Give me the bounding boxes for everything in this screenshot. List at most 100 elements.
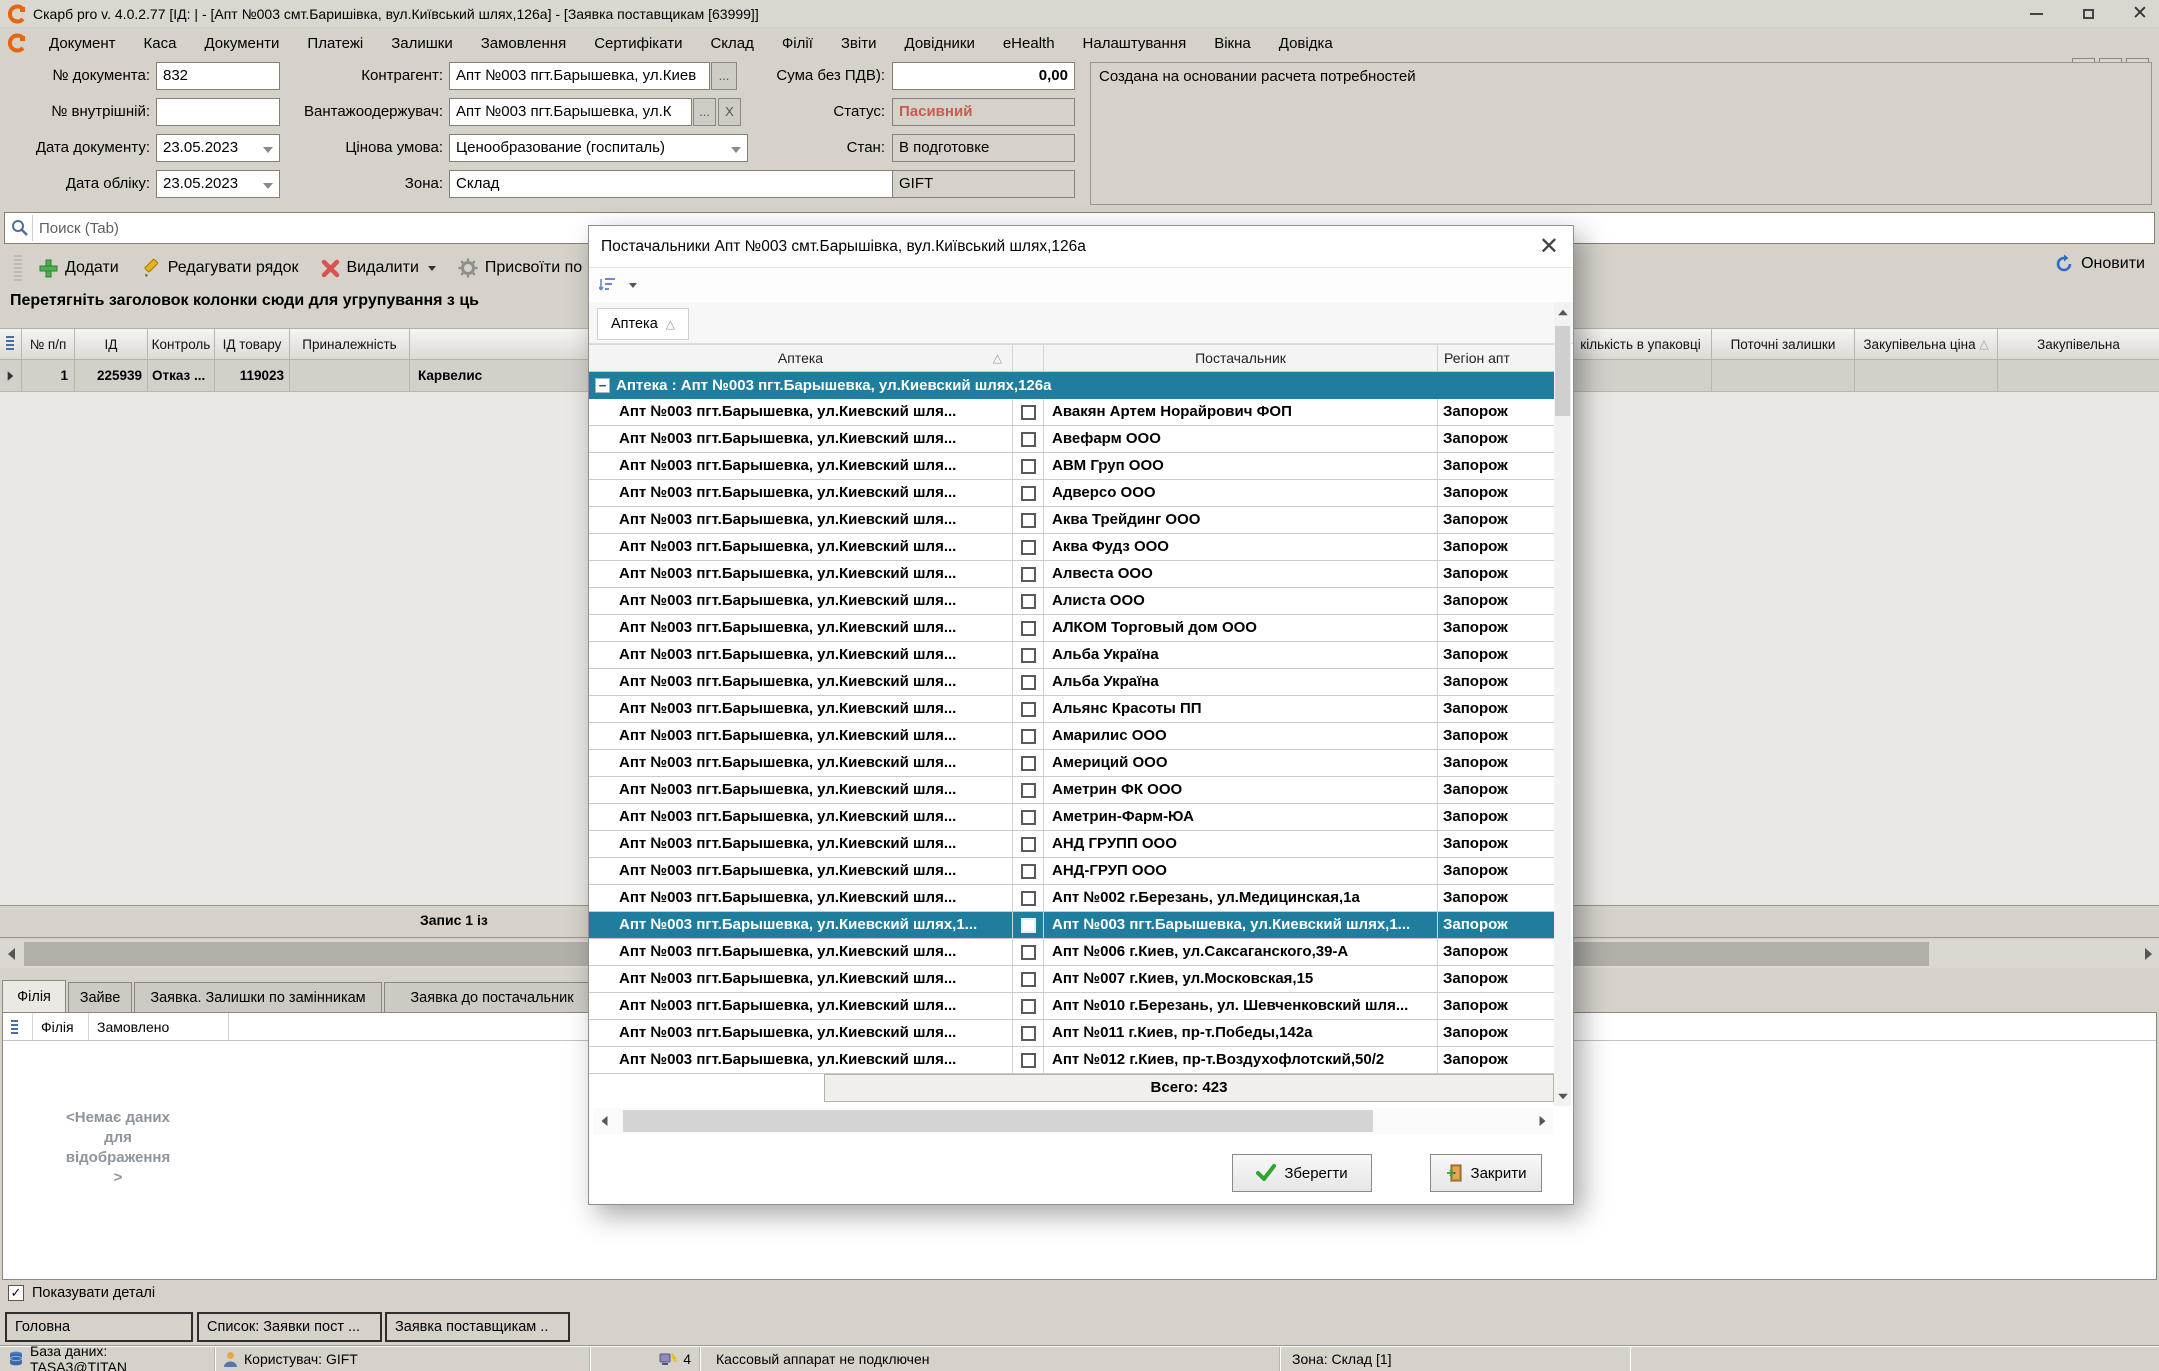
menu-item[interactable]: Довідники	[891, 31, 989, 56]
supplier-checkbox[interactable]	[1013, 939, 1044, 965]
checkbox-unchecked-icon[interactable]	[1021, 594, 1036, 609]
supplier-checkbox[interactable]	[1013, 966, 1044, 992]
consignee-clear-button[interactable]: X	[718, 98, 741, 126]
show-details-toggle[interactable]: ✓ Показувати деталі	[8, 1285, 155, 1301]
checkbox-unchecked-icon[interactable]	[1021, 513, 1036, 528]
contragent-more-button[interactable]: ...	[711, 62, 737, 90]
scrollbar-thumb[interactable]	[1555, 326, 1570, 416]
add-button[interactable]: Додати	[38, 258, 119, 278]
group-row[interactable]: − Аптека : Апт №003 пгт.Барышевка, ул.Ки…	[589, 372, 1557, 399]
chevron-down-icon[interactable]	[263, 147, 273, 153]
selector-column-header[interactable]	[0, 329, 22, 359]
dialog-column-region[interactable]: Регіон апт	[1438, 345, 1557, 371]
column-header-id[interactable]: ІД	[75, 329, 148, 359]
sort-settings-icon[interactable]	[599, 275, 619, 295]
checkbox-checked-icon[interactable]: ✓	[8, 1285, 24, 1301]
checkbox-unchecked-icon[interactable]	[1021, 729, 1036, 744]
checkbox-unchecked-icon[interactable]	[1021, 675, 1036, 690]
checkbox-unchecked-icon[interactable]	[1021, 459, 1036, 474]
supplier-row[interactable]: Апт №003 пгт.Барышевка, ул.Киевский шля.…	[589, 1020, 1557, 1047]
delete-button[interactable]: Видалити	[321, 259, 436, 278]
supplier-row[interactable]: Апт №003 пгт.Барышевка, ул.Киевский шля.…	[589, 480, 1557, 507]
assign-button[interactable]: Присвоїти по	[458, 258, 582, 278]
consignee-more-button[interactable]: ...	[693, 98, 716, 126]
checkbox-unchecked-icon[interactable]	[1021, 918, 1036, 933]
chevron-down-icon[interactable]	[731, 147, 741, 153]
contragent-field[interactable]: Апт №003 пгт.Барышевка, ул.Киев	[449, 62, 710, 90]
checkbox-unchecked-icon[interactable]	[1021, 891, 1036, 906]
scroll-left-icon[interactable]	[593, 1108, 615, 1134]
checkbox-unchecked-icon[interactable]	[1021, 756, 1036, 771]
consignee-field[interactable]: Апт №003 пгт.Барышевка, ул.К	[449, 98, 692, 126]
column-header-product-id[interactable]: ІД товару	[215, 329, 290, 359]
supplier-row[interactable]: Апт №003 пгт.Барышевка, ул.Киевский шля.…	[589, 669, 1557, 696]
supplier-checkbox[interactable]	[1013, 885, 1044, 911]
supplier-row[interactable]: Апт №003 пгт.Барышевка, ул.Киевский шля.…	[589, 777, 1557, 804]
window-tab-list[interactable]: Список: Заявки пост ...	[197, 1312, 382, 1342]
supplier-row[interactable]: Апт №003 пгт.Барышевка, ул.Киевский шля.…	[589, 993, 1557, 1020]
supplier-row[interactable]: Апт №003 пгт.Барышевка, ул.Киевский шля.…	[589, 642, 1557, 669]
toolbar-grip[interactable]	[14, 255, 22, 281]
account-date-field[interactable]: 23.05.2023	[156, 170, 280, 198]
checkbox-unchecked-icon[interactable]	[1021, 540, 1036, 555]
menu-item[interactable]: Вікна	[1200, 31, 1265, 56]
supplier-checkbox[interactable]	[1013, 858, 1044, 884]
supplier-checkbox[interactable]	[1013, 750, 1044, 776]
checkbox-unchecked-icon[interactable]	[1021, 567, 1036, 582]
internal-number-field[interactable]	[156, 98, 280, 126]
supplier-checkbox[interactable]	[1013, 669, 1044, 695]
supplier-row[interactable]: Апт №003 пгт.Барышевка, ул.Киевский шля.…	[589, 507, 1557, 534]
supplier-checkbox[interactable]	[1013, 777, 1044, 803]
checkbox-unchecked-icon[interactable]	[1021, 486, 1036, 501]
supplier-checkbox[interactable]	[1013, 534, 1044, 560]
menu-item[interactable]: eHealth	[989, 31, 1069, 56]
supplier-checkbox[interactable]	[1013, 561, 1044, 587]
dialog-column-supplier[interactable]: Постачальник	[1044, 345, 1438, 371]
close-dialog-button[interactable]: Закрити	[1430, 1154, 1542, 1192]
menu-item[interactable]: Замовлення	[467, 31, 580, 56]
menu-item[interactable]: Довідка	[1265, 31, 1347, 56]
scrollbar-thumb[interactable]	[623, 1110, 1373, 1132]
supplier-row[interactable]: Апт №003 пгт.Барышевка, ул.Киевский шля.…	[589, 723, 1557, 750]
menu-item[interactable]: Склад	[696, 31, 767, 56]
subgrid-column-filia[interactable]: Філія	[33, 1013, 89, 1040]
checkbox-unchecked-icon[interactable]	[1021, 702, 1036, 717]
tab-filia[interactable]: Філія	[2, 980, 66, 1012]
checkbox-unchecked-icon[interactable]	[1021, 1053, 1036, 1068]
supplier-checkbox[interactable]	[1013, 642, 1044, 668]
supplier-checkbox[interactable]	[1013, 831, 1044, 857]
save-button[interactable]: Зберегти	[1232, 1154, 1372, 1192]
checkbox-unchecked-icon[interactable]	[1021, 864, 1036, 879]
column-header-purchase2[interactable]: Закупівельна	[1998, 329, 2159, 359]
menu-item[interactable]: Каса	[130, 31, 191, 56]
checkbox-unchecked-icon[interactable]	[1021, 837, 1036, 852]
caret-down-icon[interactable]	[629, 283, 637, 288]
menu-item[interactable]: Сертифікати	[580, 31, 696, 56]
menu-item[interactable]: Залишки	[377, 31, 467, 56]
supplier-checkbox[interactable]	[1013, 453, 1044, 479]
supplier-row[interactable]: Апт №003 пгт.Барышевка, ул.Киевский шля.…	[589, 534, 1557, 561]
tab-zaive[interactable]: Зайве	[68, 982, 132, 1012]
checkbox-unchecked-icon[interactable]	[1021, 432, 1036, 447]
column-header-control[interactable]: Контроль	[148, 329, 215, 359]
minimize-button[interactable]	[2025, 4, 2047, 24]
checkbox-unchecked-icon[interactable]	[1021, 1026, 1036, 1041]
supplier-checkbox[interactable]	[1013, 480, 1044, 506]
maximize-button[interactable]	[2077, 4, 2099, 24]
supplier-checkbox[interactable]	[1013, 507, 1044, 533]
supplier-checkbox[interactable]	[1013, 912, 1044, 938]
dialog-column-checkbox[interactable]	[1013, 345, 1044, 371]
column-header-num[interactable]: № п/п	[22, 329, 75, 359]
supplier-checkbox[interactable]	[1013, 426, 1044, 452]
window-tab-order[interactable]: Заявка поставщикам ..	[385, 1312, 570, 1342]
supplier-row[interactable]: Апт №003 пгт.Барышевка, ул.Киевский шля.…	[589, 615, 1557, 642]
checkbox-unchecked-icon[interactable]	[1021, 972, 1036, 987]
chevron-down-icon[interactable]	[263, 183, 273, 189]
supplier-row[interactable]: Апт №003 пгт.Барышевка, ул.Киевский шля.…	[589, 804, 1557, 831]
supplier-checkbox[interactable]	[1013, 723, 1044, 749]
supplier-row[interactable]: Апт №003 пгт.Барышевка, ул.Киевский шля.…	[589, 696, 1557, 723]
checkbox-unchecked-icon[interactable]	[1021, 648, 1036, 663]
supplier-row[interactable]: Апт №003 пгт.Барышевка, ул.Киевский шля.…	[589, 831, 1557, 858]
checkbox-unchecked-icon[interactable]	[1021, 999, 1036, 1014]
supplier-checkbox[interactable]	[1013, 399, 1044, 425]
